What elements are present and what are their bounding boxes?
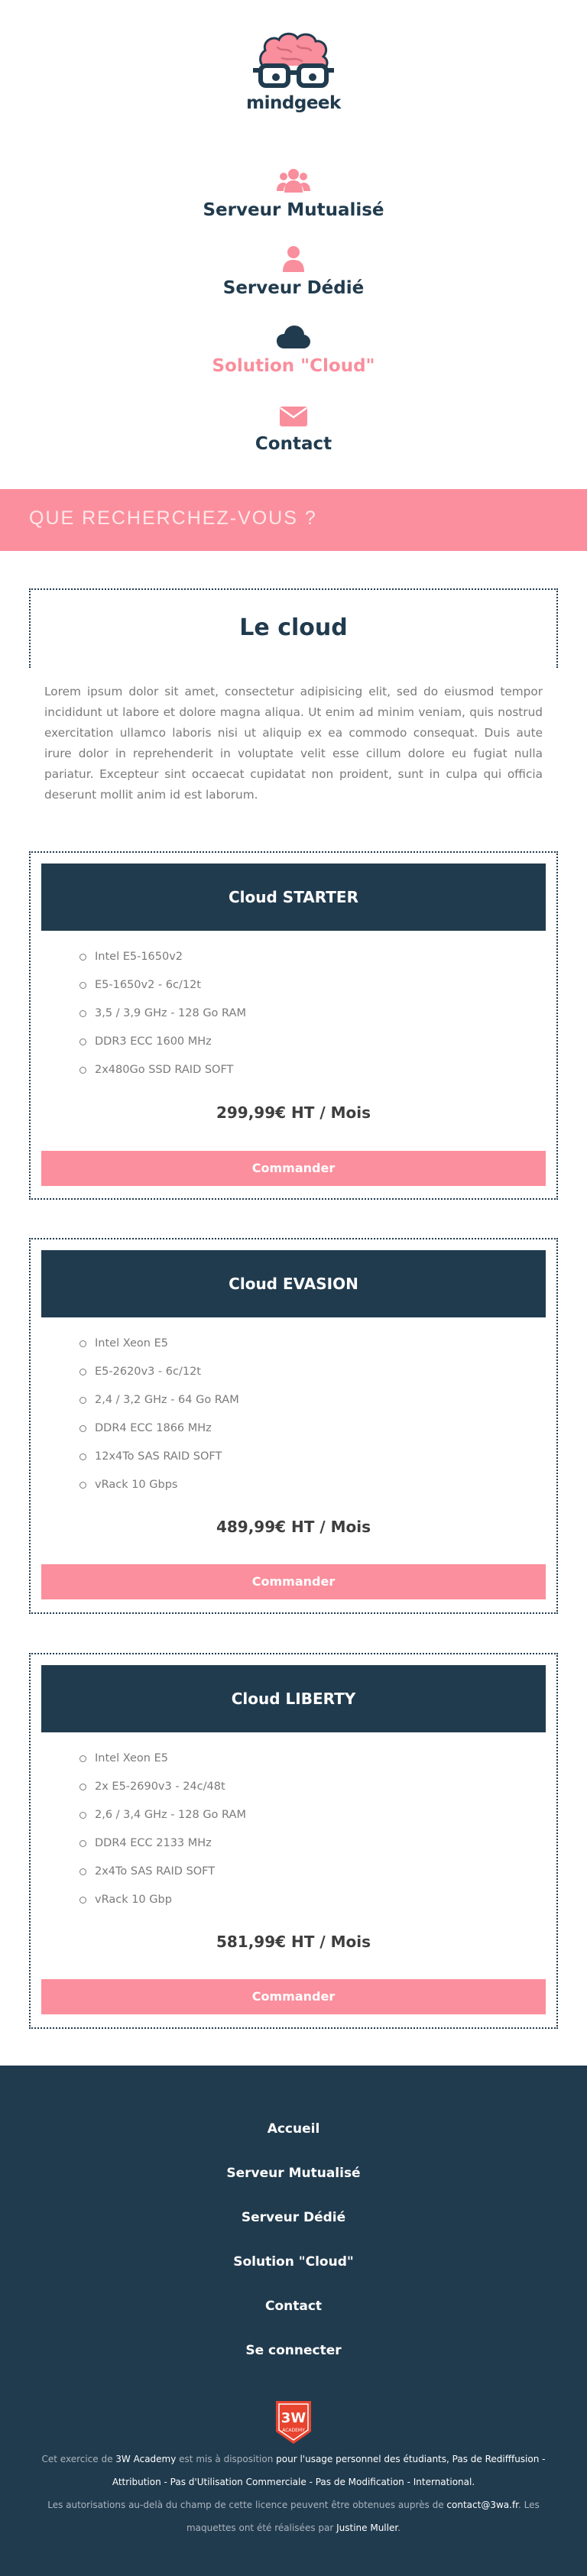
spec-item: DDR4 ECC 1866 MHz <box>79 1421 239 1449</box>
legal-notice: Cet exercice de 3W Academy est mis à dis… <box>38 2448 549 2539</box>
spec-list: Intel Xeon E5 2x E5-2690v3 - 24c/48t 2,6… <box>79 1751 246 1920</box>
logo[interactable]: mindgeek <box>0 31 587 113</box>
spec-item: Intel Xeon E5 <box>79 1751 246 1779</box>
brand-name: mindgeek <box>246 93 341 113</box>
footer-link-contact[interactable]: Contact <box>0 2299 587 2343</box>
offer-title: Cloud STARTER <box>41 864 546 931</box>
site-header: mindgeek Serveur Mutualisé Serveur Dédié <box>0 0 587 551</box>
spec-item: 2,4 / 3,2 GHz - 64 Go RAM <box>79 1392 239 1421</box>
user-icon <box>283 246 304 272</box>
footer-link-serveur-dedie[interactable]: Serveur Dédié <box>0 2210 587 2254</box>
footer-link-serveur-mutualise[interactable]: Serveur Mutualisé <box>0 2166 587 2210</box>
page-title: Le cloud <box>239 614 348 641</box>
brain-glasses-logo-icon <box>253 32 334 95</box>
spec-list: Intel E5-1650v2 E5-1650v2 - 6c/12t 3,5 /… <box>79 949 246 1090</box>
footer-link-solution-cloud[interactable]: Solution "Cloud" <box>0 2254 587 2299</box>
users-icon <box>277 169 310 193</box>
footer-link-se-connecter[interactable]: Se connecter <box>0 2343 587 2387</box>
intro-text: Lorem ipsum dolor sit amet, consectetur … <box>44 685 543 802</box>
offer-card-starter: Cloud STARTER Intel E5-1650v2 E5-1650v2 … <box>29 851 558 1200</box>
badge-bottom-text: ACADEMY <box>282 2428 305 2433</box>
offer-title: Cloud LIBERTY <box>41 1665 546 1732</box>
3w-academy-badge-icon[interactable]: 3W ACADEMY <box>273 2399 314 2445</box>
email-link[interactable]: contact@3wa.fr <box>446 2500 518 2510</box>
order-button[interactable]: Commander <box>41 1151 546 1186</box>
spec-item: 2x E5-2690v3 - 24c/48t <box>79 1779 246 1807</box>
legal-text: est mis à disposition <box>176 2454 277 2464</box>
main-nav: Serveur Mutualisé Serveur Dédié Solution… <box>0 168 587 480</box>
legal-text: . <box>397 2523 401 2533</box>
nav-item-serveur-dedie[interactable]: Serveur Dédié <box>0 246 587 324</box>
spec-item: DDR4 ECC 2133 MHz <box>79 1836 246 1864</box>
footer-link-accueil[interactable]: Accueil <box>0 2121 587 2166</box>
offer-price: 299,99€ HT / Mois <box>216 1103 371 1122</box>
spec-item: vRack 10 Gbp <box>79 1892 246 1920</box>
order-button[interactable]: Commander <box>41 1564 546 1599</box>
offer-title: Cloud EVASION <box>41 1250 546 1317</box>
spec-item: E5-1650v2 - 6c/12t <box>79 977 246 1006</box>
spec-list: Intel Xeon E5 E5-2620v3 - 6c/12t 2,4 / 3… <box>79 1336 239 1505</box>
offer-price: 581,99€ HT / Mois <box>216 1933 371 1951</box>
site-footer: Accueil Serveur Mutualisé Serveur Dédié … <box>0 2066 587 2576</box>
nav-label: Contact <box>255 434 332 454</box>
spec-item: vRack 10 Gbps <box>79 1477 239 1505</box>
nav-label: Serveur Dédié <box>222 278 365 298</box>
spec-item: 2x4To SAS RAID SOFT <box>79 1864 246 1892</box>
order-button[interactable]: Commander <box>41 1979 546 2014</box>
spec-item: E5-2620v3 - 6c/12t <box>79 1364 239 1392</box>
spec-item: Intel Xeon E5 <box>79 1336 239 1364</box>
nav-label: Serveur Mutualisé <box>203 200 384 220</box>
spec-item: Intel E5-1650v2 <box>79 949 246 977</box>
footer-nav: Accueil Serveur Mutualisé Serveur Dédié … <box>0 2121 587 2387</box>
offer-card-evasion: Cloud EVASION Intel Xeon E5 E5-2620v3 - … <box>29 1238 558 1614</box>
spec-item: DDR3 ECC 1600 MHz <box>79 1034 246 1062</box>
offer-price: 489,99€ HT / Mois <box>216 1518 371 1536</box>
author-link[interactable]: Justine Muller <box>336 2523 397 2533</box>
spec-item: 2,6 / 3,4 GHz - 128 Go RAM <box>79 1807 246 1836</box>
academy-link[interactable]: 3W Academy <box>115 2454 176 2464</box>
nav-item-serveur-mutualise[interactable]: Serveur Mutualisé <box>0 168 587 246</box>
page-title-box: Le cloud <box>29 588 558 668</box>
nav-item-solution-cloud[interactable]: Solution "Cloud" <box>0 324 587 402</box>
spec-item: 2x480Go SSD RAID SOFT <box>79 1062 246 1090</box>
legal-text: Cet exercice de <box>41 2454 116 2464</box>
legal-text: Les autorisations au-delà du champ de ce… <box>47 2500 447 2510</box>
envelope-icon <box>280 407 307 426</box>
search-banner: QUE RECHERCHEZ-VOUS ? <box>0 489 587 551</box>
offer-card-liberty: Cloud LIBERTY Intel Xeon E5 2x E5-2690v3… <box>29 1653 558 2029</box>
nav-label: Solution "Cloud" <box>212 356 375 376</box>
nav-item-contact[interactable]: Contact <box>0 402 587 480</box>
spec-item: 12x4To SAS RAID SOFT <box>79 1449 239 1477</box>
badge-top-text: 3W <box>281 2410 306 2426</box>
spec-item: 3,5 / 3,9 GHz - 128 Go RAM <box>79 1006 246 1034</box>
banner-text: QUE RECHERCHEZ-VOUS ? <box>29 507 317 529</box>
cloud-icon <box>277 326 310 348</box>
